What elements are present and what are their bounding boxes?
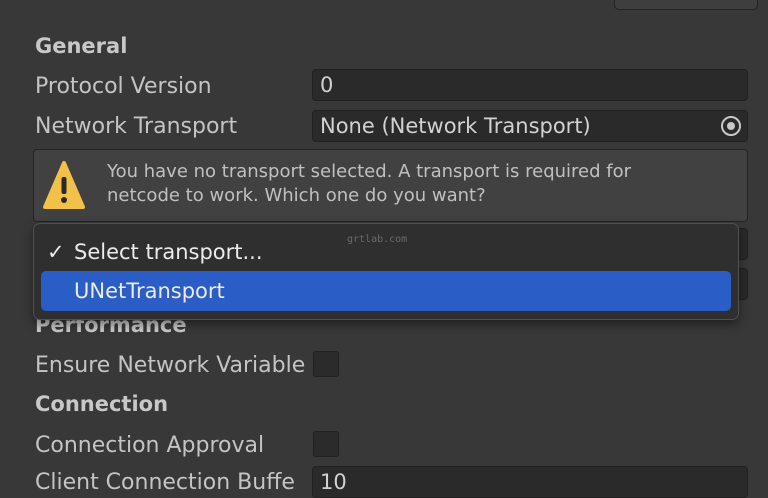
section-general: General <box>35 34 128 58</box>
warning-text: You have no transport selected. A transp… <box>107 160 727 208</box>
warning-helpbox: You have no transport selected. A transp… <box>33 149 748 222</box>
warning-icon <box>43 161 85 209</box>
protocol-version-field[interactable]: 0 <box>312 69 748 101</box>
ensure-network-variable-checkbox[interactable] <box>313 351 339 377</box>
checkmark-icon: ✓ <box>47 240 65 264</box>
connection-approval-label: Connection Approval <box>35 433 265 458</box>
header-button[interactable] <box>614 0 758 10</box>
dropdown-item-label: Select transport... <box>74 240 263 264</box>
section-connection: Connection <box>35 392 169 416</box>
client-connection-buffer-field[interactable]: 10 <box>312 466 748 498</box>
network-transport-value: None (Network Transport) <box>320 114 591 138</box>
connection-approval-checkbox[interactable] <box>313 431 339 457</box>
watermark-text: grtlab.com <box>347 234 408 245</box>
ensure-network-variable-label: Ensure Network Variable <box>35 353 306 378</box>
object-picker-icon[interactable] <box>721 116 741 136</box>
network-transport-field[interactable]: None (Network Transport) <box>312 110 748 142</box>
protocol-version-label: Protocol Version <box>35 74 212 99</box>
warning-text-line2: netcode to work. Which one do you want? <box>107 185 486 206</box>
warning-text-line1: You have no transport selected. A transp… <box>107 161 632 182</box>
dropdown-item-label: UNetTransport <box>74 279 225 303</box>
dropdown-item-unettransport[interactable]: UNetTransport <box>41 271 731 311</box>
network-transport-label: Network Transport <box>35 114 238 139</box>
client-connection-buffer-label: Client Connection Buffe <box>35 470 295 495</box>
